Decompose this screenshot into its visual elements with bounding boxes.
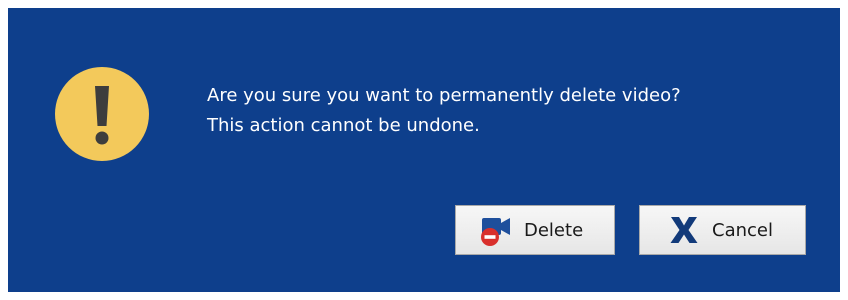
dialog-message: Are you sure you want to permanently del…	[207, 81, 681, 141]
warning-icon	[54, 66, 150, 162]
message-line-1: Are you sure you want to permanently del…	[207, 85, 681, 106]
confirm-delete-dialog: Are you sure you want to permanently del…	[8, 8, 840, 292]
delete-button[interactable]: Delete	[455, 205, 615, 255]
message-line-2: This action cannot be undone.	[207, 115, 480, 136]
cancel-button-label: Cancel	[712, 219, 773, 241]
cancel-button[interactable]: Cancel	[639, 205, 806, 255]
delete-button-label: Delete	[524, 219, 584, 241]
delete-video-icon	[480, 213, 514, 247]
cancel-x-icon	[668, 213, 700, 247]
